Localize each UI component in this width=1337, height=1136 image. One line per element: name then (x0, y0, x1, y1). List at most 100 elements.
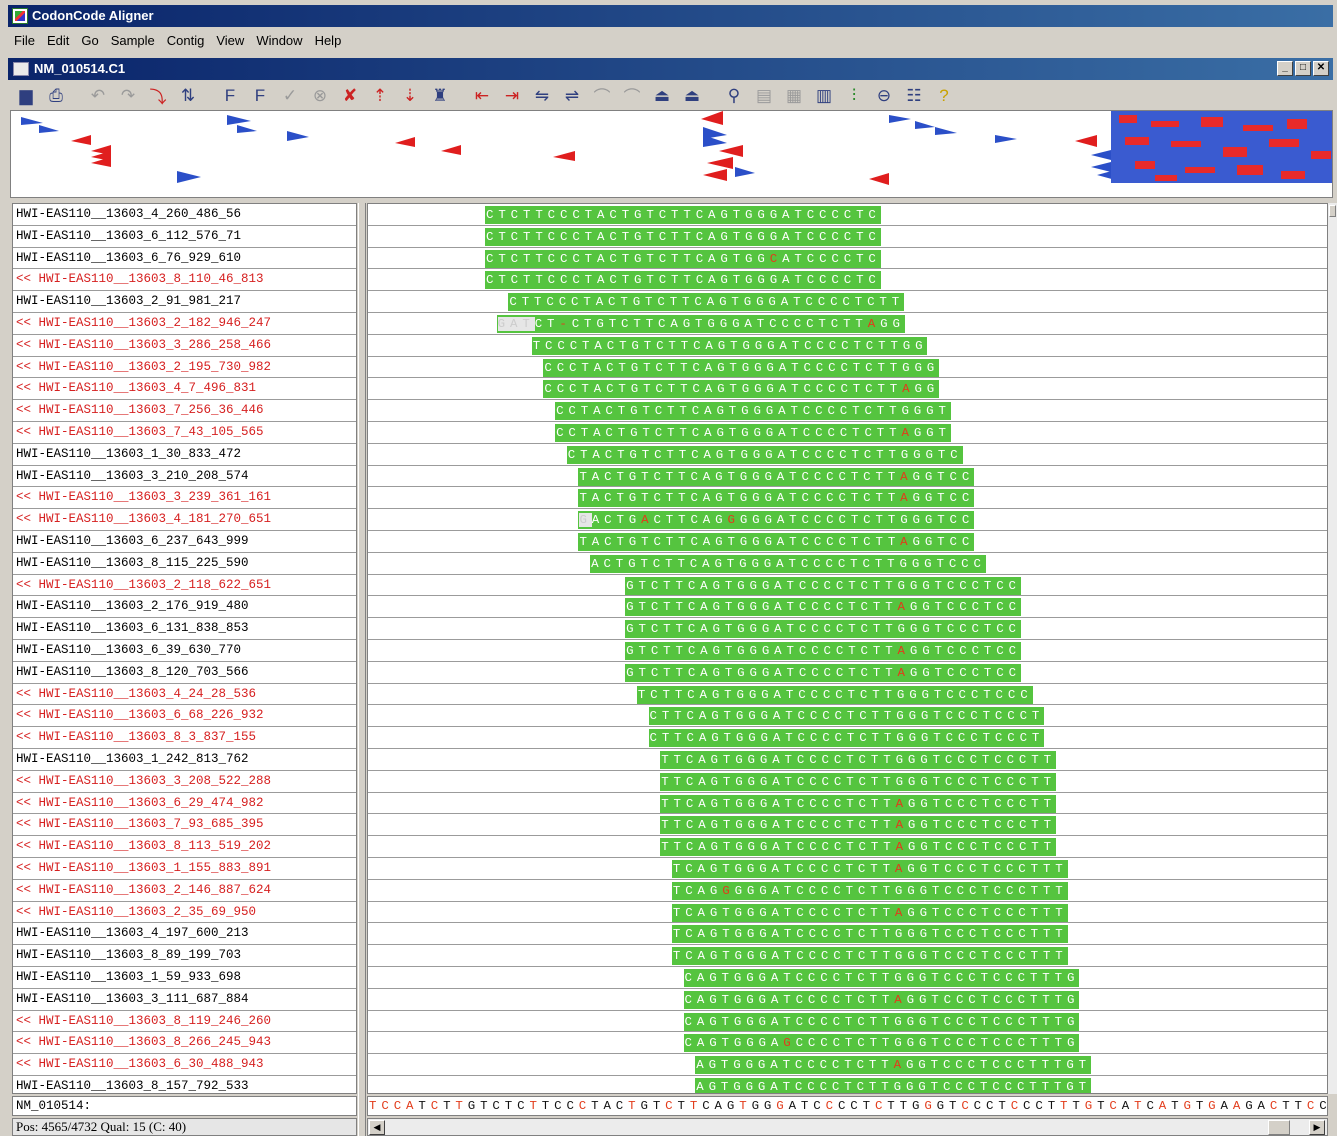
previous-icon[interactable]: ⌒ (590, 84, 614, 108)
read-sequence[interactable]: GTCTTCAGTGGGATCCCCTCTTGGGTCCCTCC (625, 620, 1021, 639)
read-sequence[interactable]: TACTGTCTTCAGTGGGATCCCCTCTTAGGTCC (578, 533, 975, 551)
read-name[interactable]: HWI-EAS110__13603_2_176_919_480 (13, 596, 356, 619)
read-sequence[interactable]: TTCAGTGGGATCCCCTCTTAGGTCCCTCCCTT (660, 794, 1056, 813)
flag-reverse-icon[interactable]: F (248, 84, 272, 108)
read-sequence[interactable]: CTCTTCCCTACTGTCTTCAGTGGCATCCCCTC (485, 249, 881, 268)
read-sequence[interactable]: GTCTTCAGTGGGATCCCCTCTTGGGTCCCTCC (625, 576, 1021, 595)
horizontal-scrollbar[interactable]: ◀ ▶ (367, 1118, 1328, 1136)
read-sequence[interactable]: CTCTTCCCTACTGTCTTCAGTGGGATCCCCTC (485, 206, 881, 224)
vertical-scroll-thumb[interactable] (1329, 205, 1336, 217)
read-name[interactable]: HWI-EAS110__13603_6_39_630_770 (13, 640, 356, 662)
read-name[interactable]: HWI-EAS110__13603_1_242_813_762 (13, 749, 356, 771)
menu-help[interactable]: Help (309, 33, 348, 48)
read-sequence[interactable]: CAGTGGGATCCCCTCTTGGGTCCCTCCCTTTG (683, 969, 1080, 987)
read-name[interactable]: << HWI-EAS110__13603_8_266_245_943 (13, 1032, 356, 1055)
read-name[interactable]: << HWI-EAS110__13603_7_93_685_395 (13, 814, 356, 837)
read-name[interactable]: HWI-EAS110__13603_8_120_703_566 (13, 662, 356, 684)
insert-gap-left-icon[interactable]: ⇤ (470, 84, 494, 108)
read-sequence[interactable]: AGTGGGATCCCCTCTTGGGTCCCTCCCTTTGT (695, 1078, 1091, 1093)
menu-sample[interactable]: Sample (105, 33, 161, 48)
list-icon[interactable]: ☷ (902, 84, 926, 108)
read-name[interactable]: HWI-EAS110__13603_8_157_792_533 (13, 1076, 356, 1093)
read-sequence[interactable]: CTCTTCCCTACTGTCTTCAGTGGGATCCCCTC (485, 227, 881, 246)
menu-go[interactable]: Go (75, 33, 104, 48)
contig-overview[interactable] (10, 110, 1333, 198)
scroll-right-button[interactable]: ▶ (1309, 1120, 1325, 1135)
redo-icon[interactable]: ↷ (116, 84, 140, 108)
read-sequence[interactable]: GTCTTCAGTGGGATCCCCTCTTAGGTCCCTCC (625, 642, 1021, 660)
read-name[interactable]: << HWI-EAS110__13603_3_286_258_466 (13, 335, 356, 357)
read-name[interactable]: HWI-EAS110__13603_4_260_486_56 (13, 204, 356, 226)
read-name[interactable]: << HWI-EAS110__13603_7_43_105_565 (13, 422, 356, 444)
read-name[interactable]: << HWI-EAS110__13603_2_182_946_247 (13, 313, 356, 335)
sort-icon[interactable]: ⇅ (176, 84, 200, 108)
read-name[interactable]: << HWI-EAS110__13603_2_118_622_651 (13, 575, 356, 597)
read-sequence[interactable]: TCAGTGGGATCCCCTCTTGGGTCCCTCCCTTT (671, 947, 1068, 966)
checkmark-icon[interactable]: ✓ (278, 84, 302, 108)
read-name[interactable]: << HWI-EAS110__13603_4_181_270_651 (13, 509, 356, 531)
read-name[interactable]: HWI-EAS110__13603_3_210_208_574 (13, 466, 356, 488)
insert-gap-right-icon[interactable]: ⇥ (500, 84, 524, 108)
read-sequence[interactable]: TTCAGTGGGATCCCCTCTTAGGTCCCTCCCTT (660, 838, 1056, 857)
next-icon[interactable]: ⌒ (620, 84, 644, 108)
move-down-icon[interactable]: ⇣ (398, 84, 422, 108)
menu-contig[interactable]: Contig (161, 33, 211, 48)
link-icon[interactable]: ⊖ (872, 84, 896, 108)
read-sequence[interactable]: CCCTACTGTCTTCAGTGGGATCCCCTCTTGGG (543, 358, 940, 377)
zoom-icon[interactable]: ⚲ (722, 84, 746, 108)
read-name[interactable]: << HWI-EAS110__13603_8_3_837_155 (13, 727, 356, 749)
undo-icon[interactable]: ↶ (86, 84, 110, 108)
read-name[interactable]: << HWI-EAS110__13603_4_24_28_536 (13, 684, 356, 706)
scroll-left-button[interactable]: ◀ (369, 1120, 385, 1135)
read-sequence[interactable]: TCAGTGGGATCCCCTCTTAGGTCCCTCCCTTT (671, 860, 1068, 878)
read-name[interactable]: HWI-EAS110__13603_8_115_225_590 (13, 553, 356, 575)
chromatogram-icon[interactable]: ▤ (752, 84, 776, 108)
trace-icon[interactable]: ▦ (782, 84, 806, 108)
previous-mismatch-icon[interactable]: ⏏ (650, 84, 674, 108)
read-name[interactable]: << HWI-EAS110__13603_2_146_887_624 (13, 880, 356, 902)
read-name[interactable]: << HWI-EAS110__13603_3_208_522_288 (13, 771, 356, 793)
read-sequence[interactable]: CAGTGGGAGCCCCTCTTGGGTCCCTCCCTTTG (683, 1034, 1080, 1053)
read-sequence[interactable]: CTTCAGTGGGATCCCCTCTTGGGTCCCTCCCT (648, 729, 1045, 748)
read-name[interactable]: << HWI-EAS110__13603_7_256_36_446 (13, 400, 356, 422)
shift-right-icon[interactable]: ⇌ (560, 84, 584, 108)
move-up-icon[interactable]: ⇡ (368, 84, 392, 108)
shift-left-icon[interactable]: ⇋ (530, 84, 554, 108)
menu-file[interactable]: File (8, 33, 41, 48)
read-sequence[interactable]: CTACTGTCTTCAGTGGGATCCCCTCTTGGGTC (566, 445, 963, 464)
read-name[interactable]: << HWI-EAS110__13603_6_30_488_943 (13, 1054, 356, 1076)
trim-icon[interactable]: ⤵ (146, 84, 170, 108)
read-sequence[interactable]: CCCTACTGTCTTCAGTGGGATCCCCTCTTAGG (543, 380, 940, 399)
next-mismatch-icon[interactable]: ⏏ (680, 84, 704, 108)
minimize-button[interactable]: _ (1277, 61, 1293, 76)
read-name[interactable]: HWI-EAS110__13603_3_111_687_884 (13, 989, 356, 1011)
read-name[interactable]: HWI-EAS110__13603_6_237_643_999 (13, 531, 356, 553)
read-sequence[interactable]: CCTACTGTCTTCAGTGGGATCCCCTCTTGGGT (555, 402, 951, 421)
read-sequence[interactable]: TTCAGTGGGATCCCCTCTTGGGTCCCTCCCTT (660, 772, 1056, 791)
read-name[interactable]: HWI-EAS110__13603_6_131_838_853 (13, 618, 356, 640)
read-sequence[interactable]: TTCAGTGGGATCCCCTCTTAGGTCCCTCCCTT (660, 816, 1056, 835)
read-sequence[interactable]: TACTGTCTTCAGTGGGATCCCCTCTTAGGTCC (578, 489, 975, 508)
translate-icon[interactable]: ⫶ (842, 84, 866, 108)
read-sequence[interactable]: CAGTGGGATCCCCTCTTAGGTCCCTCCCTTTG (683, 990, 1080, 1009)
read-name[interactable]: << HWI-EAS110__13603_4_7_496_831 (13, 378, 356, 401)
menu-window[interactable]: Window (250, 33, 308, 48)
menu-edit[interactable]: Edit (41, 33, 75, 48)
read-name[interactable]: HWI-EAS110__13603_1_59_933_698 (13, 967, 356, 989)
read-name[interactable]: << HWI-EAS110__13603_2_35_69_950 (13, 902, 356, 924)
save-icon[interactable]: ▆ (14, 84, 38, 108)
read-name[interactable]: HWI-EAS110__13603_8_89_199_703 (13, 945, 356, 967)
read-name[interactable]: << HWI-EAS110__13603_2_195_730_982 (13, 357, 356, 379)
read-name[interactable]: << HWI-EAS110__13603_3_239_361_161 (13, 487, 356, 510)
read-sequence[interactable]: CTTCAGTGGGATCCCCTCTTGGGTCCCTCCCT (648, 707, 1045, 726)
read-sequence[interactable]: TCTTCAGTGGGATCCCCTCTTGGGTCCCTCCC (636, 685, 1033, 704)
read-sequence[interactable]: CAGTGGGATCCCCTCTTGGGTCCCTCCCTTTG (683, 1012, 1080, 1031)
read-sequence[interactable]: GATCT-CTGTCTTCAGTGGGATCCCCTCTTAGG (496, 315, 905, 333)
flag-forward-icon[interactable]: F (218, 84, 242, 108)
read-name[interactable]: HWI-EAS110__13603_6_76_929_610 (13, 248, 356, 270)
help-icon[interactable]: ? (932, 84, 956, 108)
read-name[interactable]: << HWI-EAS110__13603_6_68_226_932 (13, 705, 356, 728)
vertical-scrollbar[interactable] (1328, 203, 1337, 1094)
delete-circle-icon[interactable]: ⊗ (308, 84, 332, 108)
print-icon[interactable]: ⎙ (44, 84, 68, 108)
